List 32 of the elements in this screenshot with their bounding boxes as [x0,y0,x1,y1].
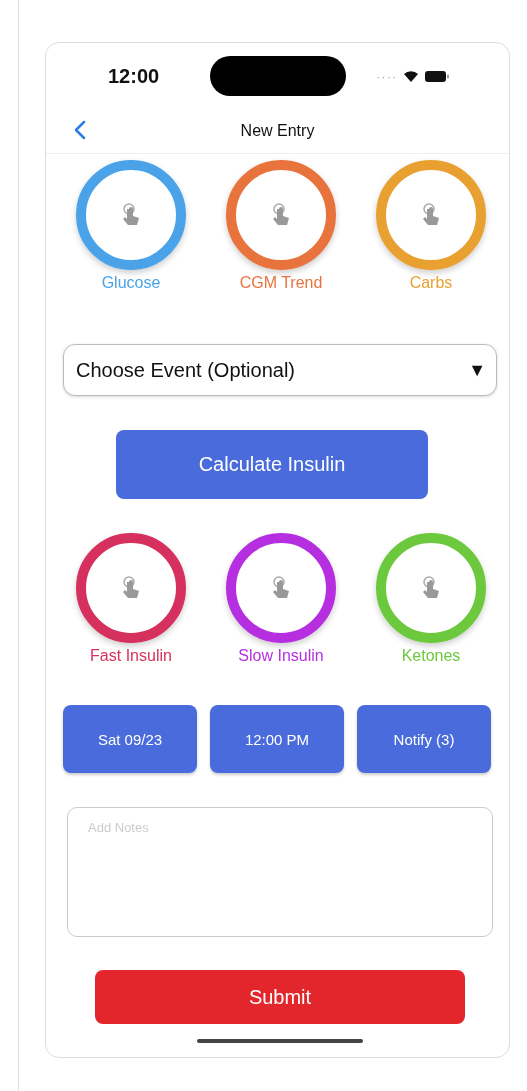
action-button[interactable]: Notify (3) [357,705,491,773]
circle-button[interactable] [226,533,336,643]
calculate-button[interactable]: Calculate Insulin [116,430,428,499]
battery-icon [425,70,450,82]
tap-icon [271,576,291,600]
status-time: 12:00 [108,64,161,88]
circle-button[interactable] [376,160,486,270]
action-button[interactable]: Sat 09/23 [63,705,197,773]
dropdown-value: Choose Event (Optional) [76,358,295,382]
wifi-icon [403,69,420,83]
circle-label: Ketones [401,647,461,665]
event-dropdown[interactable]: Choose Event (Optional) ▼ [63,344,497,396]
circle-label: CGM Trend [239,274,323,292]
tap-icon [421,203,441,227]
tap-icon [121,576,141,600]
circle-button[interactable] [76,160,186,270]
circle-button[interactable] [76,533,186,643]
tap-icon [421,576,441,600]
circle-button[interactable] [376,533,486,643]
back-icon[interactable] [74,120,86,140]
caret-icon: ▼ [468,359,486,381]
screen-title: New Entry [240,122,315,140]
circle-label: Fast Insulin [90,647,172,665]
circle-button[interactable] [226,160,336,270]
action-button[interactable]: 12:00 PM [210,705,344,773]
tap-icon [271,203,291,227]
circle-label: Carbs [409,274,453,292]
submit-button[interactable]: Submit [95,970,465,1024]
circle-label: Glucose [101,274,161,292]
signal-dots: ···· [376,68,398,84]
tap-icon [121,203,141,227]
circle-label: Slow Insulin [238,647,324,665]
